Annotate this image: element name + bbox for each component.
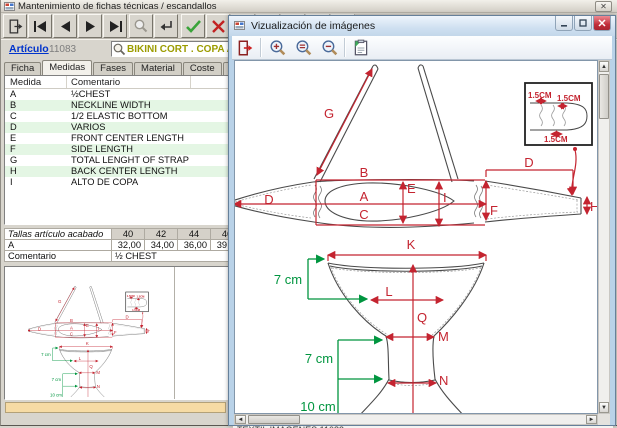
image-viewer-window: Vizualización de imágenes xyxy=(228,15,616,426)
viewer-toolbar xyxy=(232,36,612,60)
main-window-titlebar[interactable]: Mantenimiento de fichas técnicas / escan… xyxy=(1,0,617,13)
search-button[interactable] xyxy=(129,14,153,38)
horizontal-scroll-thumb[interactable] xyxy=(248,415,300,424)
zoom-in-icon xyxy=(268,39,287,58)
viewer-title: Vizualización de imágenes xyxy=(251,20,375,32)
minimize-icon xyxy=(560,20,568,27)
zoom-reset-button[interactable] xyxy=(292,37,314,59)
zoom-out-icon xyxy=(320,39,339,58)
tab-coste[interactable]: Coste xyxy=(183,62,222,75)
drawing-preview-panel[interactable] xyxy=(4,266,229,400)
tab-fases[interactable]: Fases xyxy=(93,62,133,75)
column-header-comentario: Comentario xyxy=(71,77,120,88)
scroll-down-arrow[interactable]: ▼ xyxy=(599,402,609,413)
first-record-button[interactable] xyxy=(28,14,52,38)
main-close-button[interactable]: ✕ xyxy=(595,1,612,12)
scroll-left-arrow[interactable]: ◄ xyxy=(235,415,246,424)
lookup-magnifier-icon xyxy=(112,42,127,56)
close-icon xyxy=(598,19,606,27)
toolbar-separator xyxy=(260,38,261,57)
check-icon xyxy=(185,19,202,34)
tab-ficha[interactable]: Ficha xyxy=(4,62,41,75)
last-record-icon xyxy=(108,20,123,33)
copy-image-button[interactable] xyxy=(350,37,372,59)
article-link[interactable]: Artículo xyxy=(9,43,49,55)
drawing-main xyxy=(235,61,597,413)
magnifier-icon xyxy=(133,18,149,34)
article-number: 11083 xyxy=(49,44,76,55)
table-row[interactable]: HBACK CENTER LENGTH xyxy=(5,166,228,177)
last-record-button[interactable] xyxy=(103,14,127,38)
previous-record-button[interactable] xyxy=(53,14,77,38)
zoom-out-button[interactable] xyxy=(318,37,340,59)
previous-icon xyxy=(59,20,72,33)
preview-divider xyxy=(174,267,175,399)
scrollbar-corner xyxy=(598,414,610,425)
vertical-scroll-thumb[interactable] xyxy=(599,74,609,119)
measures-table-header: Medida Comentario xyxy=(5,76,228,89)
comment-row-label: Comentario xyxy=(4,250,112,262)
table-row[interactable]: C1/2 ELASTIC BOTTOM xyxy=(5,111,228,122)
column-header-medida: Medida xyxy=(10,77,41,88)
table-row[interactable]: FSIDE LENGTH xyxy=(5,144,228,155)
scroll-up-arrow[interactable]: ▲ xyxy=(599,61,609,72)
viewer-app-icon xyxy=(234,21,245,30)
viewer-exit-button[interactable] xyxy=(234,37,256,59)
app-icon xyxy=(4,2,15,11)
zoom-reset-icon xyxy=(294,39,313,58)
status-bar-orange xyxy=(5,402,226,413)
table-row[interactable]: A½CHEST xyxy=(5,89,228,100)
exit-button[interactable] xyxy=(3,14,27,38)
table-row[interactable]: BNECKLINE WIDTH xyxy=(5,100,228,111)
table-row[interactable]: EFRONT CENTER LENGTH xyxy=(5,133,228,144)
viewer-exit-door-icon xyxy=(236,39,254,57)
minimize-button[interactable] xyxy=(555,16,573,31)
drawing-thumbnail xyxy=(28,285,150,397)
tab-medidas[interactable]: Medidas xyxy=(42,60,92,75)
article-row: Artículo 11083 BIKINI CORT . COPA ADOR xyxy=(1,40,229,58)
table-row[interactable]: IALTO DE COPA xyxy=(5,177,228,188)
maximize-button[interactable] xyxy=(574,16,592,31)
cross-icon xyxy=(211,19,226,34)
viewer-titlebar[interactable]: Vizualización de imágenes xyxy=(229,16,615,36)
horizontal-scrollbar[interactable]: ◄ ► xyxy=(234,414,598,425)
measures-table: Medida Comentario A½CHEST BNECKLINE WIDT… xyxy=(4,75,229,225)
enter-arrow-icon xyxy=(158,19,174,33)
comment-row-value[interactable]: ½ CHEST xyxy=(111,250,244,262)
next-icon xyxy=(84,20,97,33)
accept-button[interactable] xyxy=(181,14,205,38)
toolbar-separator xyxy=(344,38,345,57)
scroll-right-arrow[interactable]: ► xyxy=(586,415,597,424)
next-record-button[interactable] xyxy=(78,14,102,38)
clipboard-icon xyxy=(352,39,370,57)
zoom-in-button[interactable] xyxy=(266,37,288,59)
exit-door-icon xyxy=(7,18,24,35)
cancel-button[interactable] xyxy=(206,14,230,38)
vertical-scrollbar[interactable]: ▲ ▼ xyxy=(598,60,610,414)
first-record-icon xyxy=(33,20,48,33)
image-canvas[interactable] xyxy=(234,60,598,414)
maximize-icon xyxy=(579,19,587,27)
enter-button[interactable] xyxy=(154,14,178,38)
tab-material[interactable]: Material xyxy=(134,62,182,75)
table-row[interactable]: DVARIOS xyxy=(5,122,228,133)
main-window-title: Mantenimiento de fichas técnicas / escan… xyxy=(18,1,217,12)
close-button[interactable] xyxy=(593,16,611,31)
table-row[interactable]: GTOTAL LENGHT OF STRAP xyxy=(5,155,228,166)
sizes-grid: Tallas artículo acabado 40 42 44 46 A 32… xyxy=(4,228,230,263)
